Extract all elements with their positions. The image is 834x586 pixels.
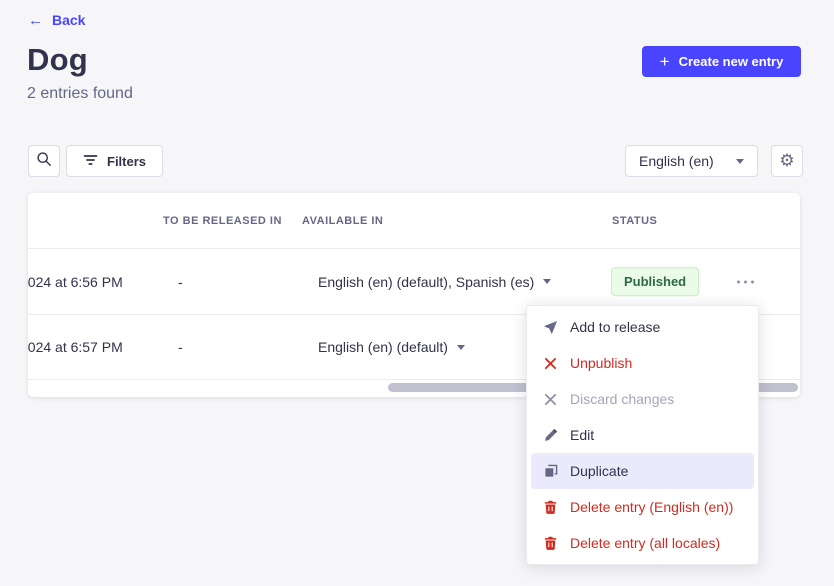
trash-icon xyxy=(543,500,558,515)
filter-icon xyxy=(83,154,98,169)
create-new-entry-button[interactable]: + Create new entry xyxy=(642,46,801,77)
row-actions-button[interactable] xyxy=(733,276,758,287)
search-button[interactable] xyxy=(28,145,60,177)
back-label: Back xyxy=(52,12,85,28)
menu-item-add-to-release[interactable]: Add to release xyxy=(531,309,754,345)
trash-icon xyxy=(543,536,558,551)
cell-available-in[interactable]: English (en) (default) xyxy=(318,339,465,355)
cell-available-in[interactable]: English (en) (default), Spanish (es) xyxy=(318,274,551,290)
menu-item-unpublish[interactable]: Unpublish xyxy=(531,345,754,381)
menu-item-edit[interactable]: Edit xyxy=(531,417,754,453)
cell-to-be-released-in: - xyxy=(178,339,183,355)
chevron-down-icon xyxy=(543,279,551,284)
content-manager-page: ← Back Dog 2 entries found + Create new … xyxy=(0,0,834,586)
filters-button[interactable]: Filters xyxy=(66,145,163,177)
cell-to-be-released-in: - xyxy=(178,274,183,290)
status-badge: Published xyxy=(611,267,699,297)
duplicate-icon xyxy=(543,464,558,479)
cross-icon xyxy=(543,356,558,371)
pencil-icon xyxy=(543,428,558,443)
row-actions-menu: Add to release Unpublish Discard changes… xyxy=(526,305,759,565)
menu-item-delete-entry-all-locales[interactable]: Delete entry (all locales) xyxy=(531,525,754,561)
gear-icon: ⚙ xyxy=(779,153,794,170)
locale-select[interactable]: English (en) xyxy=(625,145,758,177)
back-link[interactable]: ← Back xyxy=(28,12,85,28)
arrow-left-icon: ← xyxy=(28,13,43,28)
search-icon xyxy=(36,151,52,172)
filters-label: Filters xyxy=(107,154,146,169)
plus-icon: + xyxy=(660,53,670,70)
entries-count: 2 entries found xyxy=(27,85,133,103)
cell-updated-at: 2024 at 6:56 PM xyxy=(28,274,146,290)
cross-icon xyxy=(543,392,558,407)
cell-updated-at: 2024 at 6:57 PM xyxy=(28,339,146,355)
column-header-available-in[interactable]: AVAILABLE IN xyxy=(302,193,383,249)
create-button-label: Create new entry xyxy=(679,54,784,69)
chevron-down-icon xyxy=(457,345,465,350)
send-icon xyxy=(543,320,558,335)
menu-item-delete-entry-locale[interactable]: Delete entry (English (en)) xyxy=(531,489,754,525)
column-header-to-be-released-in[interactable]: TO BE RELEASED IN xyxy=(163,193,282,249)
locale-select-value: English (en) xyxy=(639,153,714,169)
menu-item-discard-changes[interactable]: Discard changes xyxy=(531,381,754,417)
column-header-status[interactable]: STATUS xyxy=(612,193,657,249)
page-title: Dog xyxy=(27,42,88,78)
menu-item-duplicate[interactable]: Duplicate xyxy=(531,453,754,489)
settings-button[interactable]: ⚙ xyxy=(771,145,803,177)
chevron-down-icon xyxy=(736,159,744,164)
ellipsis-icon xyxy=(737,280,740,283)
table-header-row: TO BE RELEASED IN AVAILABLE IN STATUS xyxy=(28,193,800,249)
